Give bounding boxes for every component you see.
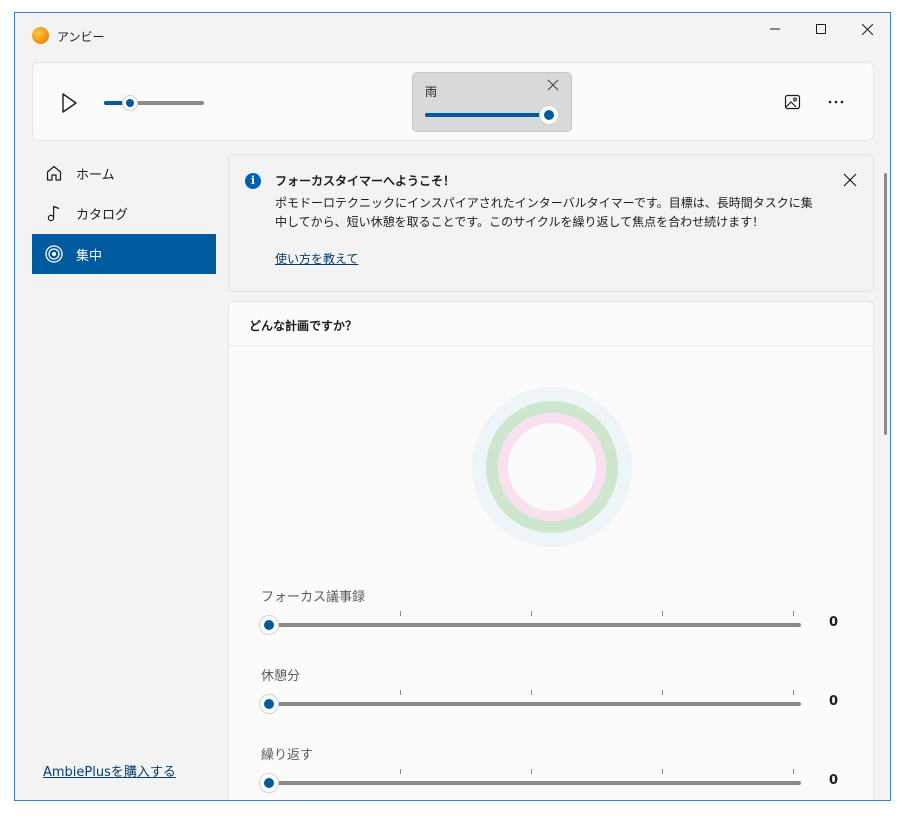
more-options-button[interactable] bbox=[825, 91, 847, 113]
slider-value: 0 bbox=[829, 773, 839, 788]
slider-tick bbox=[400, 690, 401, 695]
music-note-icon bbox=[44, 203, 64, 223]
infobar-title: フォーカスタイマーへようこそ！ bbox=[275, 174, 456, 188]
focus-progress-rings bbox=[471, 386, 633, 548]
slider-tick bbox=[793, 769, 794, 774]
infobar-message: ポモドーロテクニックにインスパイアされたインターバルタイマーです。目標は、長時間… bbox=[275, 196, 813, 229]
close-icon bbox=[861, 23, 873, 35]
close-icon bbox=[547, 79, 559, 91]
maximize-icon bbox=[816, 24, 826, 34]
screensaver-button[interactable] bbox=[782, 91, 804, 113]
slider-tick bbox=[400, 769, 401, 774]
slider-tick bbox=[531, 769, 532, 774]
slider-ticks bbox=[269, 690, 801, 696]
infobar-close-button[interactable] bbox=[841, 171, 859, 189]
slider-thumb[interactable] bbox=[259, 615, 279, 635]
focus-card-title: どんな計画ですか？ bbox=[249, 319, 358, 333]
slider-value: 0 bbox=[829, 694, 839, 709]
slider-thumb[interactable] bbox=[259, 694, 279, 714]
close-window-button[interactable] bbox=[844, 13, 890, 45]
break-progress-ring bbox=[498, 413, 606, 521]
focus-setting-slider[interactable] bbox=[259, 773, 801, 793]
sound-volume-thumb[interactable] bbox=[539, 105, 559, 125]
title-bar[interactable]: アンビー bbox=[15, 13, 890, 53]
how-to-use-link[interactable]: 使い方を教えて bbox=[275, 250, 358, 267]
master-volume-thumb[interactable] bbox=[122, 95, 138, 111]
remove-sound-button[interactable] bbox=[545, 77, 561, 93]
sidebar-item-label: カタログ bbox=[76, 207, 129, 223]
welcome-infobar: i フォーカスタイマーへようこそ！ ポモドーロテクニックにインスパイアされたイン… bbox=[228, 154, 874, 292]
sidebar-item-label: ホーム bbox=[76, 167, 115, 183]
vertical-scrollbar[interactable] bbox=[884, 173, 887, 435]
focus-plan-card: どんな計画ですか？ フォーカス議事録 0 休憩分 0 繰り返す 0 bbox=[228, 301, 874, 800]
app-logo-icon bbox=[32, 27, 49, 44]
home-icon bbox=[44, 163, 64, 183]
sound-volume-slider[interactable] bbox=[425, 105, 559, 125]
image-icon bbox=[784, 94, 801, 110]
slider-thumb[interactable] bbox=[259, 773, 279, 793]
slider-label: 休憩分 bbox=[261, 669, 301, 684]
maximize-button[interactable] bbox=[798, 13, 844, 45]
app-window: アンビー 雨 ホーム カタログ 集中 AmbiePlusを購入する i フォーカ… bbox=[14, 12, 891, 801]
play-icon bbox=[62, 93, 77, 113]
play-button[interactable] bbox=[57, 91, 81, 115]
slider-label: 繰り返す bbox=[261, 748, 314, 763]
slider-tick bbox=[793, 690, 794, 695]
buy-ambieplus-link[interactable]: AmbiePlusを購入する bbox=[43, 761, 176, 780]
slider-tick bbox=[793, 611, 794, 616]
active-sound-card: 雨 bbox=[412, 72, 572, 132]
info-icon: i bbox=[245, 173, 261, 189]
slider-ticks bbox=[269, 769, 801, 775]
minimize-button[interactable] bbox=[752, 13, 798, 45]
sidebar-item-home[interactable]: ホーム bbox=[32, 154, 216, 192]
close-icon bbox=[843, 173, 857, 187]
focus-setting-slider[interactable] bbox=[259, 694, 801, 714]
slider-value: 0 bbox=[829, 615, 839, 630]
minimize-icon bbox=[770, 28, 780, 30]
sidebar-item-label: 集中 bbox=[76, 248, 103, 264]
player-bar: 雨 bbox=[32, 62, 874, 141]
focus-card-header: どんな計画ですか？ bbox=[229, 302, 873, 346]
sidebar-item-focus[interactable]: 集中 bbox=[32, 234, 216, 274]
slider-ticks bbox=[269, 611, 801, 617]
slider-tick bbox=[662, 611, 663, 616]
sound-volume-fill bbox=[425, 113, 549, 117]
target-icon bbox=[44, 244, 64, 264]
focus-progress-ring bbox=[486, 401, 618, 533]
slider-tick bbox=[662, 769, 663, 774]
slider-tick bbox=[662, 690, 663, 695]
slider-tick bbox=[400, 611, 401, 616]
master-volume-slider[interactable] bbox=[104, 95, 204, 111]
sound-name: 雨 bbox=[425, 85, 438, 99]
sidebar-item-catalog[interactable]: カタログ bbox=[32, 194, 216, 232]
slider-tick bbox=[531, 690, 532, 695]
window-title: アンビー bbox=[57, 30, 105, 44]
more-icon bbox=[828, 100, 844, 104]
focus-setting-slider[interactable] bbox=[259, 615, 801, 635]
slider-label: フォーカス議事録 bbox=[261, 590, 366, 605]
slider-tick bbox=[531, 611, 532, 616]
